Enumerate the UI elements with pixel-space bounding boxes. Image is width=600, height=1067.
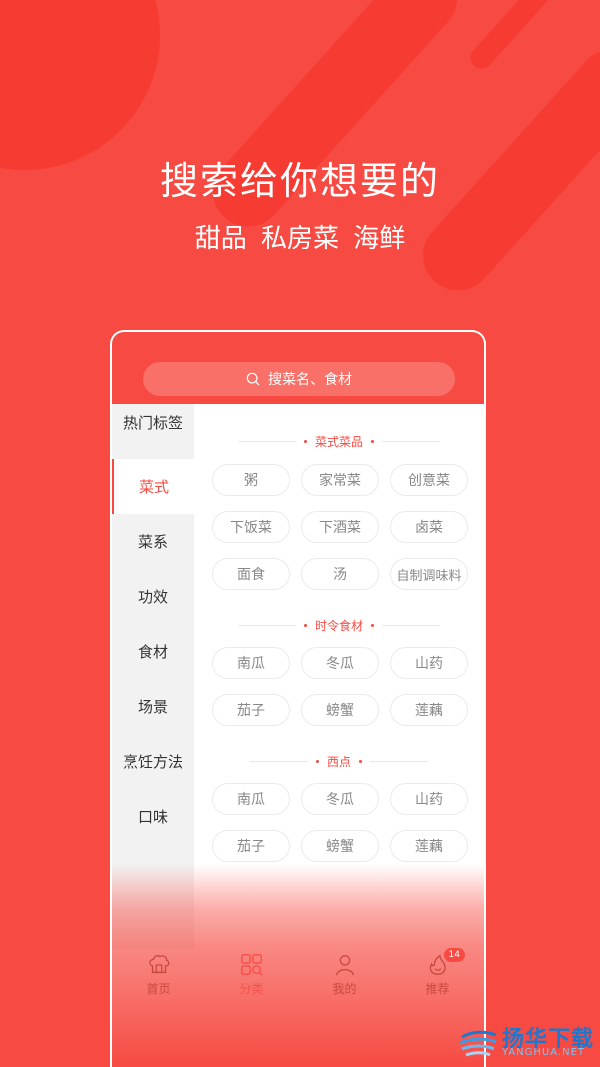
search-icon (246, 372, 260, 386)
category-body: 热门标签 菜式 菜系 功效 食材 场景 烹饪方法 口味 菜式菜品 粥 家常菜 创… (112, 404, 484, 1067)
watermark: 扬华下载 YANGHUA.NET (450, 1015, 600, 1065)
watermark-subtitle: YANGHUA.NET (502, 1047, 585, 1058)
hero-headline: 搜索给你想要的 (159, 159, 440, 203)
tab-category[interactable]: 分类 (222, 952, 282, 997)
phone-mockup: 搜菜名、食材 热门标签 菜式 菜系 功效 食材 场景 烹饪方法 口味 菜式菜品 … (110, 330, 486, 1067)
divider (370, 760, 428, 762)
tab-recommend[interactable]: 14 推荐 (408, 947, 468, 997)
user-icon (335, 954, 354, 975)
dot (371, 623, 374, 627)
decorative-stripe (466, 0, 556, 74)
sidebar-item-cooking-method[interactable]: 烹饪方法 (112, 734, 194, 789)
bottom-tab-bar: 首页 分类 我的 14 推荐 (112, 947, 484, 999)
tag-button[interactable]: 下饭菜 (212, 511, 290, 543)
category-icon (240, 953, 263, 976)
divider (249, 760, 308, 762)
tag-button[interactable]: 自制调味料 (390, 558, 468, 590)
tag-button[interactable]: 冬瓜 (301, 783, 379, 815)
sidebar-item-effect[interactable]: 功效 (112, 569, 194, 624)
globe-logo-icon (459, 1030, 497, 1057)
dot (303, 623, 307, 627)
dot (359, 759, 362, 763)
app-header: 搜菜名、食材 (112, 332, 484, 404)
divider (237, 440, 296, 442)
dot (303, 439, 307, 443)
tab-label: 我的 (332, 981, 357, 996)
tab-label: 推荐 (425, 981, 450, 996)
tag-button[interactable]: 茄子 (212, 694, 290, 726)
tag-button[interactable]: 南瓜 (212, 783, 290, 815)
sidebar-item-cuisine[interactable]: 菜系 (112, 514, 194, 569)
tag-button[interactable]: 莲藕 (390, 694, 468, 726)
tag-grid: 南瓜 冬瓜 山药 茄子 螃蟹 莲藕 (194, 783, 484, 862)
section-title: 时令食材 (194, 615, 484, 635)
tag-button[interactable]: 山药 (390, 647, 468, 679)
search-placeholder: 搜菜名、食材 (268, 372, 352, 388)
hero-subline: 甜品 私房菜 海鲜 (194, 224, 406, 254)
decorative-circle (0, 0, 160, 170)
tag-button[interactable]: 下酒菜 (301, 511, 379, 543)
tab-label: 首页 (146, 981, 171, 996)
tag-button[interactable]: 螃蟹 (301, 830, 379, 862)
tag-button[interactable]: 卤菜 (390, 511, 468, 543)
tag-button[interactable]: 茄子 (212, 830, 290, 862)
home-icon (148, 954, 169, 973)
notification-badge: 14 (443, 947, 465, 962)
tag-grid: 南瓜 冬瓜 山药 茄子 螃蟹 莲藕 (194, 647, 484, 726)
divider (237, 624, 296, 626)
sidebar-item-scene[interactable]: 场景 (112, 679, 194, 734)
tag-button[interactable]: 面食 (212, 558, 290, 590)
dot (371, 439, 374, 443)
tag-button[interactable]: 家常菜 (301, 464, 379, 496)
tag-button[interactable]: 冬瓜 (301, 647, 379, 679)
sidebar-item-hot-tags[interactable]: 热门标签 (112, 404, 194, 444)
tag-button[interactable]: 螃蟹 (301, 694, 379, 726)
tag-button[interactable]: 莲藕 (390, 830, 468, 862)
search-input[interactable]: 搜菜名、食材 (143, 362, 455, 396)
category-sidebar: 热门标签 菜式 菜系 功效 食材 场景 烹饪方法 口味 (112, 404, 194, 949)
tag-button[interactable]: 汤 (301, 558, 379, 590)
tab-profile[interactable]: 我的 (315, 952, 375, 997)
tag-button[interactable]: 山药 (390, 783, 468, 815)
tab-label: 分类 (239, 981, 264, 996)
sidebar-item-taste[interactable]: 口味 (112, 789, 194, 844)
divider (382, 440, 440, 442)
tag-content: 菜式菜品 粥 家常菜 创意菜 下饭菜 下酒菜 卤菜 面食 汤 自制调味料 时令食… (194, 404, 484, 862)
section-title-text: 西点 (326, 754, 351, 769)
divider (382, 624, 440, 626)
sidebar-item-ingredient[interactable]: 食材 (112, 624, 194, 679)
tag-button[interactable]: 创意菜 (390, 464, 468, 496)
sidebar-item-dish-style[interactable]: 菜式 (112, 459, 194, 514)
section-title: 西点 (194, 751, 484, 771)
tab-home[interactable]: 首页 (129, 952, 189, 997)
section-title-text: 时令食材 (314, 618, 363, 633)
tag-grid: 粥 家常菜 创意菜 下饭菜 下酒菜 卤菜 面食 汤 自制调味料 (194, 464, 484, 590)
section-title-text: 菜式菜品 (314, 434, 363, 449)
tag-button[interactable]: 粥 (212, 464, 290, 496)
tag-button[interactable]: 南瓜 (212, 647, 290, 679)
section-title: 菜式菜品 (194, 431, 484, 451)
dot (315, 759, 319, 763)
